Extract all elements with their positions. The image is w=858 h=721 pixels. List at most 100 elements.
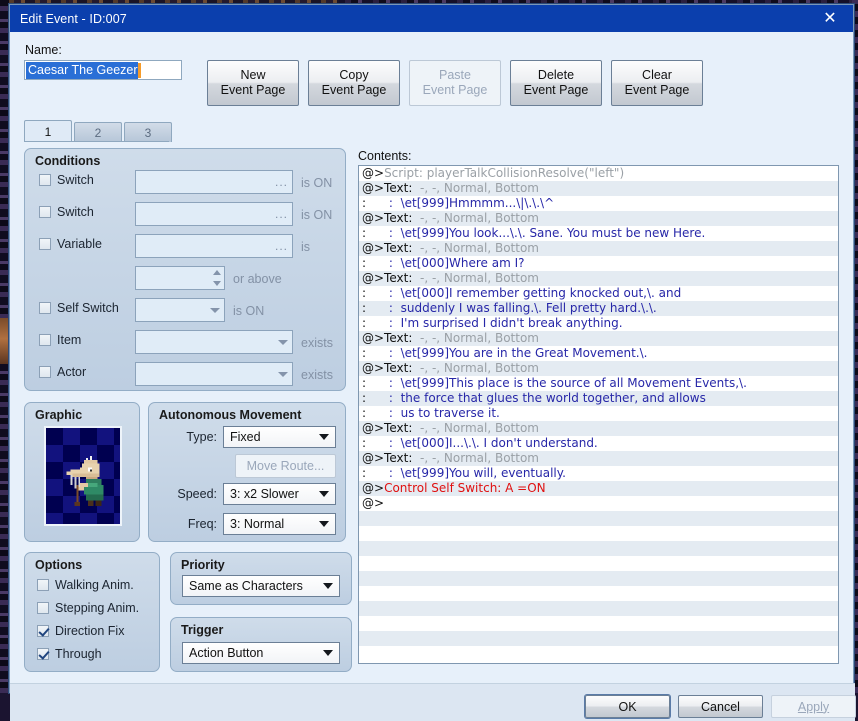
event-command-row-empty[interactable] bbox=[359, 646, 838, 661]
new-event-page-button[interactable]: New Event Page bbox=[207, 60, 299, 106]
text-caret bbox=[137, 62, 141, 78]
paste-event-page-button: Paste Event Page bbox=[409, 60, 501, 106]
option-stepping-anim-label: Stepping Anim. bbox=[55, 601, 140, 615]
option-direction-fix[interactable]: Direction Fix bbox=[37, 624, 124, 638]
clear-event-page-line1: Clear bbox=[642, 68, 672, 82]
clear-event-page-button[interactable]: Clear Event Page bbox=[611, 60, 703, 106]
graphic-preview[interactable] bbox=[44, 426, 122, 526]
chevron-down-icon[interactable] bbox=[278, 371, 288, 377]
event-command-row[interactable]: @>Text: -, -, Normal, Bottom bbox=[359, 211, 838, 226]
tab-page-2[interactable]: 2 bbox=[74, 122, 122, 142]
event-command-row[interactable]: : : \et[000]I remember getting knocked o… bbox=[359, 286, 838, 301]
condition-switch-2-checkbox[interactable] bbox=[39, 206, 51, 218]
event-command-row[interactable]: @>Text: -, -, Normal, Bottom bbox=[359, 241, 838, 256]
condition-item-dropdown[interactable] bbox=[135, 330, 293, 354]
event-command-row[interactable]: @>Script: playerTalkCollisionResolve("le… bbox=[359, 166, 838, 181]
contents-label: Contents: bbox=[358, 149, 412, 163]
event-command-row-empty[interactable] bbox=[359, 601, 838, 616]
movement-type-label: Type: bbox=[186, 430, 217, 444]
condition-switch-1-field[interactable]: ... bbox=[135, 170, 293, 194]
close-icon[interactable]: ✕ bbox=[813, 7, 847, 31]
condition-variable-value-stepper[interactable] bbox=[135, 266, 225, 290]
chevron-down-icon[interactable] bbox=[210, 307, 220, 313]
event-command-row[interactable]: @>Text: -, -, Normal, Bottom bbox=[359, 451, 838, 466]
condition-actor[interactable]: Actor bbox=[39, 365, 86, 379]
event-command-row[interactable]: : : \et[999]You will, eventually. bbox=[359, 466, 838, 481]
condition-switch-2-field[interactable]: ... bbox=[135, 202, 293, 226]
movement-speed-dropdown[interactable]: 3: x2 Slower bbox=[223, 483, 336, 505]
ok-button[interactable]: OK bbox=[585, 695, 670, 718]
condition-variable[interactable]: Variable bbox=[39, 237, 102, 251]
movement-freq-dropdown[interactable]: 3: Normal bbox=[223, 513, 336, 535]
trigger-dropdown[interactable]: Action Button bbox=[182, 642, 340, 664]
event-commands-list[interactable]: @>Script: playerTalkCollisionResolve("le… bbox=[358, 165, 839, 664]
options-group: Options Walking Anim. Stepping Anim. Dir… bbox=[24, 552, 160, 672]
clear-event-page-line2: Event Page bbox=[624, 83, 690, 97]
title-bar: Edit Event - ID:007 ✕ bbox=[10, 5, 853, 32]
option-walking-anim-checkbox[interactable] bbox=[37, 579, 49, 591]
condition-variable-field[interactable]: ... bbox=[135, 234, 293, 258]
condition-item-checkbox[interactable] bbox=[39, 334, 51, 346]
condition-self-switch[interactable]: Self Switch bbox=[39, 301, 119, 315]
name-input[interactable]: Caesar The Geezer bbox=[24, 60, 182, 80]
event-command-row-empty[interactable] bbox=[359, 586, 838, 601]
condition-switch-1[interactable]: Switch bbox=[39, 173, 94, 187]
copy-event-page-button[interactable]: Copy Event Page bbox=[308, 60, 400, 106]
condition-variable-checkbox[interactable] bbox=[39, 238, 51, 250]
event-command-row-empty[interactable] bbox=[359, 571, 838, 586]
event-command-row[interactable]: @>Text: -, -, Normal, Bottom bbox=[359, 271, 838, 286]
event-command-row[interactable]: : : \et[000]Where am I? bbox=[359, 256, 838, 271]
stepper-arrows-icon[interactable] bbox=[213, 270, 221, 286]
event-command-row[interactable]: : : \et[999]Hmmmm...\|\.\.\^ bbox=[359, 196, 838, 211]
option-stepping-anim-checkbox[interactable] bbox=[37, 602, 49, 614]
event-command-row[interactable]: @>Text: -, -, Normal, Bottom bbox=[359, 421, 838, 436]
condition-actor-checkbox[interactable] bbox=[39, 366, 51, 378]
event-command-row[interactable]: : : \et[999]You are in the Great Movemen… bbox=[359, 346, 838, 361]
option-walking-anim[interactable]: Walking Anim. bbox=[37, 578, 134, 592]
event-command-row[interactable]: : : I'm surprised I didn't break anythin… bbox=[359, 316, 838, 331]
event-command-row-empty[interactable] bbox=[359, 556, 838, 571]
event-command-row-empty[interactable] bbox=[359, 526, 838, 541]
event-command-row[interactable]: : : \et[999]You look...\.\. Sane. You mu… bbox=[359, 226, 838, 241]
condition-self-switch-dropdown[interactable] bbox=[135, 298, 225, 322]
condition-self-switch-checkbox[interactable] bbox=[39, 302, 51, 314]
event-command-row-empty[interactable] bbox=[359, 511, 838, 526]
condition-switch-1-suffix: is ON bbox=[301, 176, 333, 190]
event-command-row[interactable]: @>Text: -, -, Normal, Bottom bbox=[359, 361, 838, 376]
event-command-row[interactable]: : : us to traverse it. bbox=[359, 406, 838, 421]
graphic-group: Graphic bbox=[24, 402, 140, 542]
event-command-row[interactable]: @> bbox=[359, 496, 838, 511]
condition-item[interactable]: Item bbox=[39, 333, 81, 347]
tab-page-1[interactable]: 1 bbox=[24, 120, 72, 142]
event-command-row-empty[interactable] bbox=[359, 541, 838, 556]
move-route-button: Move Route... bbox=[235, 454, 336, 478]
movement-type-dropdown[interactable]: Fixed bbox=[223, 426, 336, 448]
priority-dropdown[interactable]: Same as Characters bbox=[182, 575, 340, 597]
tab-page-3[interactable]: 3 bbox=[124, 122, 172, 142]
condition-actor-dropdown[interactable] bbox=[135, 362, 293, 386]
condition-switch-1-checkbox[interactable] bbox=[39, 174, 51, 186]
event-command-row-empty[interactable] bbox=[359, 616, 838, 631]
option-direction-fix-checkbox[interactable] bbox=[37, 625, 49, 637]
event-command-row[interactable]: : : the force that glues the world toget… bbox=[359, 391, 838, 406]
event-command-row-empty[interactable] bbox=[359, 631, 838, 646]
priority-group: Priority Same as Characters bbox=[170, 552, 352, 605]
cancel-button[interactable]: Cancel bbox=[678, 695, 763, 718]
move-route-label: Move Route... bbox=[246, 459, 325, 473]
priority-title: Priority bbox=[181, 558, 225, 572]
ellipsis-icon[interactable]: ... bbox=[275, 239, 288, 253]
event-command-row[interactable]: @>Control Self Switch: A =ON bbox=[359, 481, 838, 496]
option-stepping-anim[interactable]: Stepping Anim. bbox=[37, 601, 139, 615]
event-command-row[interactable]: @>Text: -, -, Normal, Bottom bbox=[359, 331, 838, 346]
delete-event-page-button[interactable]: Delete Event Page bbox=[510, 60, 602, 106]
event-command-row[interactable]: @>Text: -, -, Normal, Bottom bbox=[359, 181, 838, 196]
event-command-row[interactable]: : : \et[999]This place is the source of … bbox=[359, 376, 838, 391]
ellipsis-icon[interactable]: ... bbox=[275, 175, 288, 189]
option-through-checkbox[interactable] bbox=[37, 648, 49, 660]
chevron-down-icon[interactable] bbox=[278, 339, 288, 345]
condition-switch-2[interactable]: Switch bbox=[39, 205, 94, 219]
ellipsis-icon[interactable]: ... bbox=[275, 207, 288, 221]
event-command-row[interactable]: : : \et[000]I...\.\. I don't understand. bbox=[359, 436, 838, 451]
option-through[interactable]: Through bbox=[37, 647, 102, 661]
event-command-row[interactable]: : : suddenly I was falling.\. Fell prett… bbox=[359, 301, 838, 316]
